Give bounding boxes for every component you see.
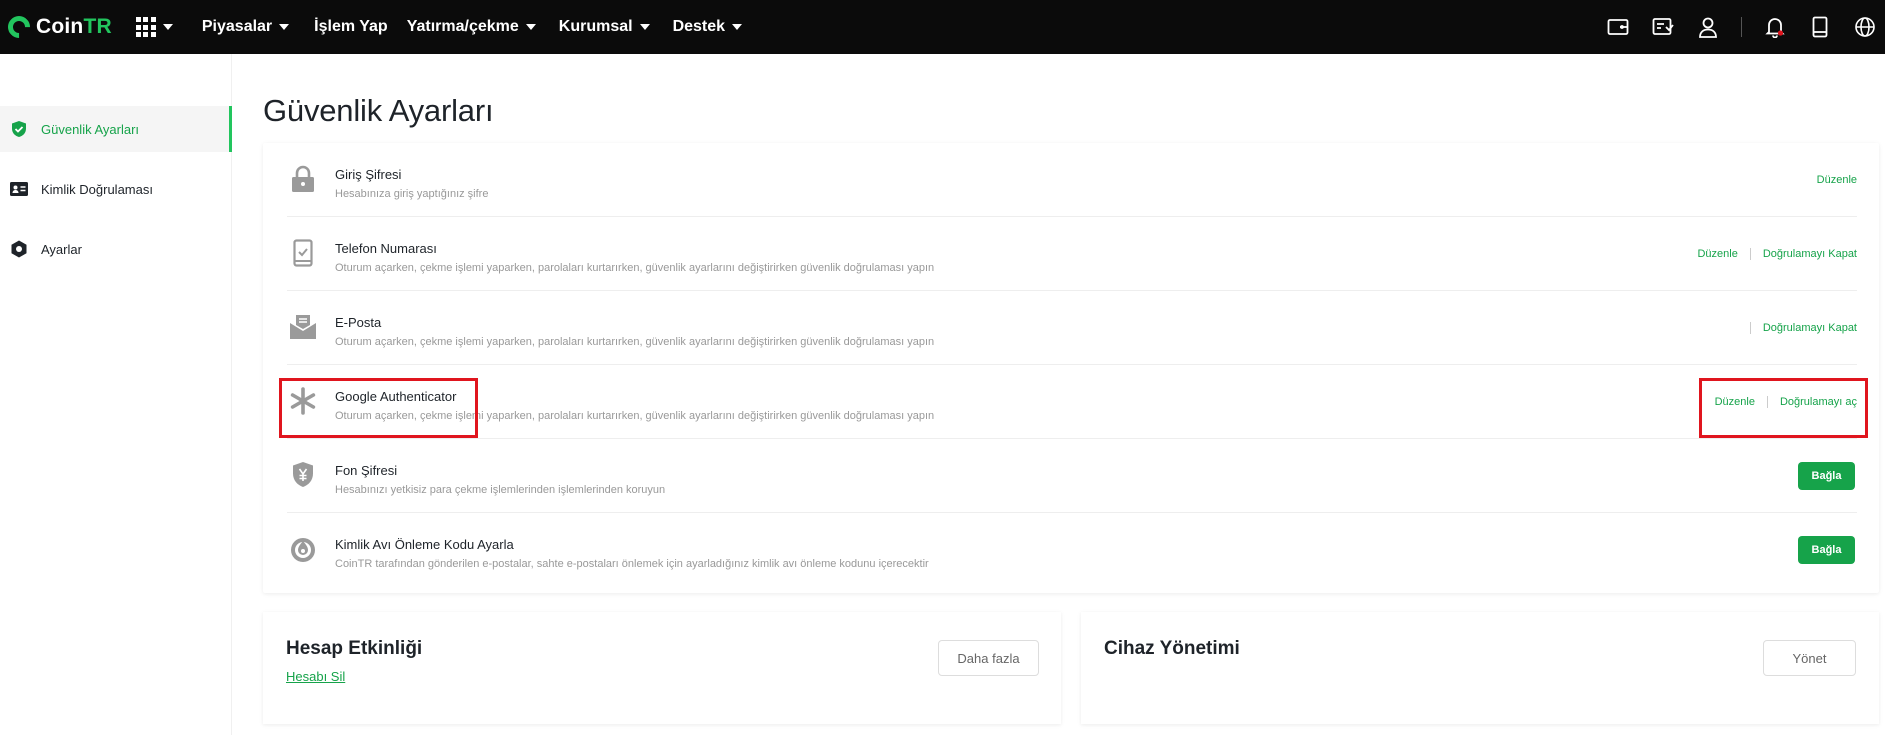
delete-account-link[interactable]: Hesabı Sil xyxy=(286,669,345,684)
top-navbar: CoinTR Piyasalar İşlem Yap Yatırma/çekme… xyxy=(0,0,1885,54)
page-title: Güvenlik Ayarları xyxy=(263,93,494,128)
security-row-phone: Telefon Numarası Oturum açarken, çekme i… xyxy=(287,217,1857,291)
row-actions: Bağla xyxy=(1798,439,1857,513)
row-title: Google Authenticator xyxy=(335,389,457,404)
edit-password-link[interactable]: Düzenle xyxy=(1817,174,1857,186)
nav-islem-yap[interactable]: İşlem Yap xyxy=(314,18,388,36)
security-row-fund-password: Fon Şifresi Hesabınızı yetkisiz para çek… xyxy=(287,439,1857,513)
nav-kurumsal[interactable]: Kurumsal xyxy=(559,18,650,36)
chevron-down-icon xyxy=(525,24,536,30)
nav-destek[interactable]: Destek xyxy=(672,18,743,36)
disable-phone-verification-link[interactable]: Doğrulamayı Kapat xyxy=(1763,248,1857,260)
security-row-email: E-Posta Oturum açarken, çekme işlemi yap… xyxy=(287,291,1857,365)
id-card-icon xyxy=(10,180,28,198)
nav-islem-yap-label: İşlem Yap xyxy=(314,18,388,35)
row-actions: Düzenle Doğrulamayı aç xyxy=(1715,365,1857,439)
enable-google-authenticator-link[interactable]: Doğrulamayı aç xyxy=(1780,396,1857,408)
user-icon[interactable] xyxy=(1696,15,1720,39)
logo-mark-icon xyxy=(3,11,35,43)
row-description: Oturum açarken, çekme işlemi yaparken, p… xyxy=(335,336,935,348)
nav-kurumsal-label: Kurumsal xyxy=(558,18,633,35)
account-activity-panel: Hesap Etkinliği Hesabı Sil Daha fazla xyxy=(263,612,1061,724)
logo-text-prefix: Coin xyxy=(36,15,84,38)
bind-anti-phishing-button[interactable]: Bağla xyxy=(1798,536,1855,564)
sidebar: Güvenlik Ayarları Kimlik Doğrulaması Aya… xyxy=(0,54,232,735)
sidebar-item-label: Güvenlik Ayarları xyxy=(41,121,140,137)
row-title: Fon Şifresi xyxy=(335,463,398,478)
row-actions: Düzenle Doğrulamayı Kapat xyxy=(1697,217,1857,291)
bell-icon[interactable] xyxy=(1763,15,1787,39)
bind-fund-password-button[interactable]: Bağla xyxy=(1798,462,1855,490)
row-title: Giriş Şifresi xyxy=(335,167,402,182)
row-description: Hesabınızı yetkisiz para çekme işlemleri… xyxy=(335,484,666,496)
sidebar-item-ayarlar[interactable]: Ayarlar xyxy=(0,226,232,272)
sidebar-item-kimlik-dogrulamasi[interactable]: Kimlik Doğrulaması xyxy=(0,166,232,212)
chevron-down-icon xyxy=(162,24,173,30)
security-row-login-password: Giriş Şifresi Hesabınıza giriş yaptığını… xyxy=(287,143,1857,217)
row-actions: Doğrulamayı Kapat xyxy=(1738,291,1857,365)
manage-devices-button[interactable]: Yönet xyxy=(1763,640,1856,676)
row-title: E-Posta xyxy=(335,315,382,330)
sidebar-item-label: Ayarlar xyxy=(41,241,82,257)
sidebar-item-guvenlik-ayarlari[interactable]: Güvenlik Ayarları xyxy=(0,106,232,152)
action-divider xyxy=(1749,322,1751,334)
grid-icon xyxy=(135,17,156,37)
edit-google-authenticator-link[interactable]: Düzenle xyxy=(1715,396,1755,408)
action-divider xyxy=(1749,248,1751,260)
row-description: Oturum açarken, çekme işlemi yaparken, p… xyxy=(335,410,935,422)
edit-phone-link[interactable]: Düzenle xyxy=(1697,248,1737,260)
security-settings-card: Giriş Şifresi Hesabınıza giriş yaptığını… xyxy=(263,143,1879,593)
row-description: Hesabınıza giriş yaptığınız şifre xyxy=(335,188,489,200)
nav-yatirma-cekme[interactable]: Yatırma/çekme xyxy=(407,18,536,36)
shield-yen-icon xyxy=(289,461,317,489)
row-description: Oturum açarken, çekme işlemi yaparken, p… xyxy=(335,262,935,274)
mobile-icon[interactable] xyxy=(1808,15,1832,39)
device-management-title: Cihaz Yönetimi xyxy=(1104,638,1240,659)
device-management-panel: Cihaz Yönetimi Yönet xyxy=(1081,612,1879,724)
row-title: Telefon Numarası xyxy=(335,241,437,256)
logo-wordmark: CoinTR xyxy=(36,15,112,39)
security-row-google-authenticator: Google Authenticator Oturum açarken, çek… xyxy=(287,365,1857,439)
chevron-down-icon xyxy=(279,24,290,30)
chevron-down-icon xyxy=(639,24,650,30)
orders-icon[interactable] xyxy=(1651,15,1675,39)
more-activity-button[interactable]: Daha fazla xyxy=(938,640,1039,676)
nav-yatirma-cekme-label: Yatırma/çekme xyxy=(406,18,519,35)
asterisk-icon xyxy=(289,387,317,415)
wallet-icon[interactable] xyxy=(1606,15,1630,39)
disable-email-verification-link[interactable]: Doğrulamayı Kapat xyxy=(1763,322,1857,334)
phone-icon xyxy=(289,239,317,267)
shield-check-icon xyxy=(10,120,28,138)
header-divider xyxy=(1741,17,1742,37)
cointr-logo[interactable]: CoinTR xyxy=(3,0,112,54)
anti-phishing-icon xyxy=(289,535,317,563)
row-actions: Bağla xyxy=(1798,513,1857,587)
lock-icon xyxy=(289,165,317,193)
header-actions xyxy=(1585,0,1877,54)
globe-icon[interactable] xyxy=(1853,15,1877,39)
apps-menu-button[interactable] xyxy=(135,17,173,37)
sidebar-item-label: Kimlik Doğrulaması xyxy=(41,181,153,197)
security-row-anti-phishing: Kimlik Avı Önleme Kodu Ayarla CoinTR tar… xyxy=(287,513,1857,587)
row-actions: Düzenle xyxy=(1817,143,1857,217)
settings-icon xyxy=(10,240,28,258)
logo-text-suffix: TR xyxy=(83,15,112,38)
chevron-down-icon xyxy=(732,24,743,30)
nav-destek-label: Destek xyxy=(672,18,726,35)
action-divider xyxy=(1766,396,1768,408)
row-description: CoinTR tarafından gönderilen e-postalar,… xyxy=(335,558,929,570)
row-title: Kimlik Avı Önleme Kodu Ayarla xyxy=(335,537,514,552)
nav-piyasalar-label: Piyasalar xyxy=(201,18,273,35)
account-activity-title: Hesap Etkinliği xyxy=(286,638,423,659)
nav-piyasalar[interactable]: Piyasalar xyxy=(201,18,290,36)
mail-icon xyxy=(289,313,317,341)
